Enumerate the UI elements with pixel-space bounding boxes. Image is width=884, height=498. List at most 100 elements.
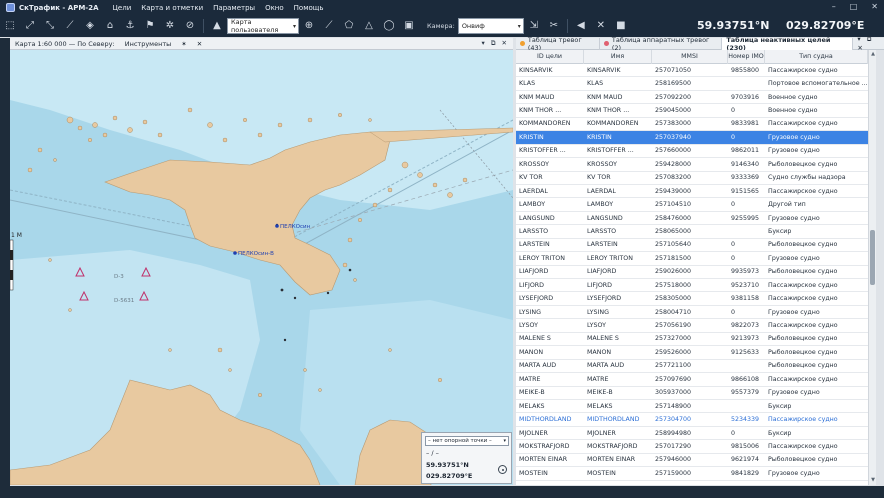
scroll-up-icon[interactable]: ▲ <box>870 51 876 58</box>
maximize-icon[interactable]: □ <box>850 2 858 11</box>
column-header-type[interactable]: Тип судна <box>765 50 868 64</box>
camera-tools-icon[interactable]: ✂ <box>548 20 560 32</box>
tab-tools[interactable]: Инструменты <box>120 40 177 48</box>
column-header-imo[interactable]: Номер IMO <box>728 50 765 64</box>
table-row[interactable]: LARSSTO LARSSTO 258065000 Буксир <box>516 225 868 239</box>
table-row[interactable]: MIDTHORDLAND MIDTHORDLAND 257304700 5234339… <box>516 413 868 427</box>
add-zone-icon[interactable]: △ <box>363 20 375 32</box>
table-row[interactable]: LAERDAL LAERDAL 259439000 9151565 Пассажирск… <box>516 185 868 199</box>
tab-inactive-targets[interactable]: Таблица неактивных целей (230) <box>722 36 854 52</box>
camera-follow-icon[interactable]: ⇲ <box>528 20 540 32</box>
close-tab-icon[interactable]: ✕ <box>192 40 207 48</box>
cell-type: Пассажирское судно <box>768 442 838 450</box>
add-circle-icon[interactable]: ◯ <box>383 20 395 32</box>
nautical-map[interactable]: 1 M ПЕЛКОсин ПЕЛКОсин-В D-3 D-5631 <box>10 50 513 485</box>
tab-hardware-alarms[interactable]: Таблица аппаратных тревог (2) <box>600 36 723 52</box>
table-row[interactable]: LIFJORD LIFJORD 257518000 9523710 Пассажирск… <box>516 279 868 293</box>
table-row[interactable]: LYSING LYSING 258004710 0 Грузовое судно <box>516 306 868 320</box>
table-row[interactable]: MARTA AUD MARTA AUD 257721100 Рыболовецкое … <box>516 360 868 374</box>
speaker-icon[interactable]: ◀ <box>575 20 587 32</box>
table-row[interactable]: LEROY TRITON LEROY TRITON 257181500 0 Грузов… <box>516 252 868 266</box>
table-row[interactable]: KNM THOR ... KNM THOR ... 259045000 0 Военно… <box>516 104 868 118</box>
table-row[interactable]: KRISTIN KRISTIN 257037940 0 Грузовое судно <box>516 131 868 145</box>
scroll-down-icon[interactable]: ▼ <box>870 477 876 484</box>
table-row[interactable]: MANON MANON 259526000 9125633 Рыболовецкое с… <box>516 346 868 360</box>
cell-name: KRISTIN <box>587 133 612 141</box>
cell-name: KV TOR <box>587 174 611 182</box>
cell-id: KOMMANDOREN <box>519 120 571 128</box>
table-row[interactable]: LYSOY LYSOY 257056190 9822073 Пассажирское с… <box>516 319 868 333</box>
add-line-icon[interactable]: ⟋ <box>323 20 335 32</box>
anchor-icon[interactable]: ⚓ <box>124 20 136 32</box>
reference-point-select[interactable]: – нет опорной точки – ▾ <box>425 436 509 446</box>
zoom-area-icon[interactable]: ⤢ <box>24 20 36 32</box>
measure-icon[interactable]: ⟋ <box>64 20 76 32</box>
panel-controls[interactable]: ▾ ⧉ ✕ <box>482 39 509 48</box>
cell-name: LIAFJORD <box>587 268 617 276</box>
table-row[interactable]: LANGSUND LANGSUND 258476000 9255995 Грузовое… <box>516 212 868 226</box>
cell-name: MATRE <box>587 375 609 383</box>
image-layer-icon[interactable]: ▣ <box>403 20 415 32</box>
cell-type: Пассажирское судно <box>768 375 838 383</box>
cell-mmsi: 257383000 <box>655 120 692 128</box>
zoom-out-area-icon[interactable]: ⤡ <box>44 20 56 32</box>
tab-alarms[interactable]: Таблица тревог (43) <box>516 36 601 52</box>
crosshair-icon[interactable] <box>498 465 507 474</box>
target-label[interactable]: ПЕЛКОсин-В <box>238 251 274 257</box>
vessel-icon[interactable]: ⌂ <box>104 20 116 32</box>
table-row[interactable]: LYSEFJORD LYSEFJORD 258305000 9381158 Пассаж… <box>516 292 868 306</box>
add-polygon-icon[interactable]: ⬠ <box>343 20 355 32</box>
camera-select[interactable]: Онвиф ▾ <box>457 18 524 34</box>
scroll-thumb[interactable] <box>870 230 875 285</box>
table-row[interactable]: MJOLNER MJOLNER 258994980 0 Буксир <box>516 427 868 441</box>
table-row[interactable]: KINSARVIK KINSARVIK 257071050 9855800 Пассаж… <box>516 64 868 78</box>
cell-type: Портовое вспомогательное ... <box>768 80 868 88</box>
column-header-name[interactable]: Имя <box>584 50 652 64</box>
cell-mmsi: 259439000 <box>655 187 692 195</box>
table-row[interactable]: KROSSOY KROSSOY 259428000 9146340 Рыболовецк… <box>516 158 868 172</box>
table-row[interactable]: MELAKS MELAKS 257148900 Буксир <box>516 400 868 414</box>
table-row[interactable]: MOKSTRAFJORD MOKSTRAFJORD 257017290 9815006… <box>516 440 868 454</box>
table-row[interactable]: MORTEN EINAR MORTEN EINAR 257946000 9621974… <box>516 454 868 468</box>
table-scrollbar[interactable]: ▲ ▼ <box>868 50 876 485</box>
table-row[interactable]: MALENE S MALENE S 257327000 9213973 Рыболове… <box>516 333 868 347</box>
table-row[interactable]: LIAFJORD LIAFJORD 259026000 9935973 Рыболове… <box>516 266 868 279</box>
table-row[interactable]: KOMMANDOREN KOMMANDOREN 257383000 9833981 Па… <box>516 118 868 132</box>
target-label[interactable]: ПЕЛКОсин <box>280 224 310 230</box>
menu-parameters[interactable]: Параметры <box>213 4 255 12</box>
minimize-icon[interactable]: – <box>832 2 836 11</box>
cell-id: MOSTEIN <box>519 469 548 477</box>
table-row[interactable]: KLAS KLAS 258169500 Портовое вспомогательно… <box>516 77 868 91</box>
cell-type: Рыболовецкое судно <box>768 362 838 370</box>
pin-icon[interactable]: ✶ <box>176 40 191 48</box>
forbid-icon[interactable]: ⊘ <box>184 20 196 32</box>
menu-help[interactable]: Помощь <box>294 4 324 12</box>
cell-mmsi: 257097690 <box>655 375 692 383</box>
close-icon[interactable]: ✕ <box>871 2 878 11</box>
table-row[interactable]: MOSTEIN MOSTEIN 257159000 9841829 Грузовое с… <box>516 467 868 481</box>
waypoint-icon[interactable]: ◈ <box>84 20 96 32</box>
table-row[interactable]: MEIKE-B MEIKE-B 305937000 9557379 Грузовое с… <box>516 387 868 400</box>
table-row[interactable]: KV TOR KV TOR 257083200 9333369 Судно службы… <box>516 172 868 185</box>
pointer-icon[interactable]: ▲ <box>211 20 223 32</box>
table-row[interactable]: LAMBOY LAMBOY 257104510 0 Другой тип <box>516 198 868 212</box>
menu-window[interactable]: Окно <box>265 4 284 12</box>
column-header-mmsi[interactable]: MMSI <box>652 50 728 64</box>
cell-name: KNM MAUD <box>587 93 623 101</box>
cell-type: Пассажирское судно <box>768 281 838 289</box>
menu-map-marks[interactable]: Карта и отметки <box>141 4 203 12</box>
menu-targets[interactable]: Цели <box>113 4 132 12</box>
table-row[interactable]: KNM MAUD KNM MAUD 257092200 9703916 Военное … <box>516 91 868 105</box>
stop-icon[interactable]: ■ <box>615 20 627 32</box>
flag-icon[interactable]: ⚑ <box>144 20 156 32</box>
select-area-icon[interactable]: ⬚ <box>4 20 16 32</box>
mute-icon[interactable]: ✕ <box>595 20 607 32</box>
table-row[interactable]: KRISTOFFER ... KRISTOFFER ... 257660000 986… <box>516 145 868 159</box>
column-header-id[interactable]: ID цели <box>516 50 584 64</box>
map-select[interactable]: Карта пользователя ▾ <box>227 18 299 34</box>
table-row[interactable]: LARSTEIN LARSTEIN 257105640 0 Рыболовецкое с… <box>516 239 868 253</box>
add-point-icon[interactable]: ⊕ <box>303 20 315 32</box>
hide-targets-icon[interactable]: ✲ <box>164 20 176 32</box>
table-row[interactable]: MATRE MATRE 257097690 9866108 Пассажирское с… <box>516 373 868 387</box>
tab-map[interactable]: Карта 1:60 000 — По Северу: <box>10 40 120 48</box>
